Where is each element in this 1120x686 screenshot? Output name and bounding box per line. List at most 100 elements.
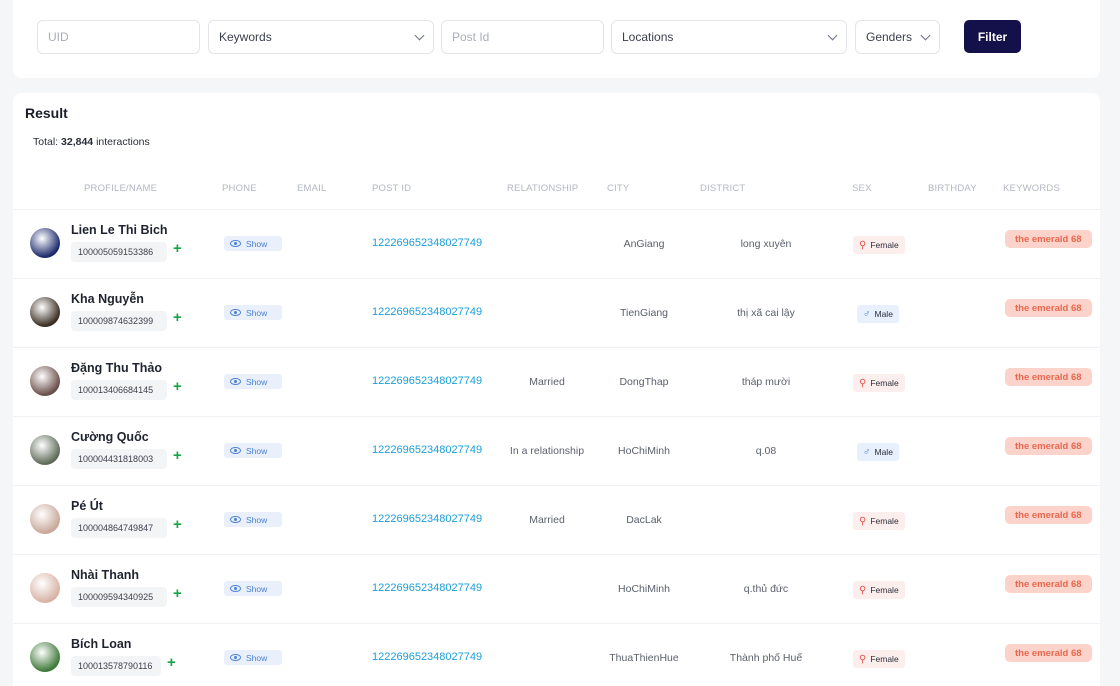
uid-badge: 100013406684145 [71, 380, 167, 400]
locations-label: Locations [622, 30, 674, 44]
sex-badge: ⚲ Female [853, 236, 905, 254]
avatar[interactable] [30, 228, 60, 258]
eye-icon [230, 585, 241, 592]
add-icon[interactable]: + [173, 516, 182, 533]
add-icon[interactable]: + [173, 447, 182, 464]
table-row[interactable]: Cường Quốc 100004431818003 + Show 1222696523… [13, 416, 1100, 485]
avatar[interactable] [30, 642, 60, 672]
city-cell: HoChiMinh [618, 583, 670, 595]
eye-icon [230, 516, 241, 523]
result-card: Result Total: 32,844 interactions PROFIL… [13, 93, 1100, 686]
profile-name[interactable]: Kha Nguyễn [71, 292, 144, 306]
locations-select[interactable]: Locations [611, 20, 847, 54]
post-id-link[interactable]: 122269652348027749 [372, 651, 482, 663]
chevron-down-icon [920, 30, 931, 40]
genders-select[interactable]: Genders [855, 20, 940, 54]
add-icon[interactable]: + [173, 378, 182, 395]
show-phone-button[interactable]: Show [224, 512, 282, 527]
eye-icon [230, 447, 241, 454]
avatar[interactable] [30, 366, 60, 396]
post-id-link[interactable]: 122269652348027749 [372, 375, 482, 387]
add-icon[interactable]: + [173, 309, 182, 326]
post-id-link[interactable]: 122269652348027749 [372, 237, 482, 249]
post-id-placeholder: Post Id [452, 30, 490, 44]
show-label: Show [246, 376, 268, 387]
profile-name[interactable]: Pé Út [71, 499, 103, 513]
relationship-cell: Married [529, 514, 565, 526]
show-phone-button[interactable]: Show [224, 374, 282, 389]
profile-name[interactable]: Bích Loan [71, 637, 131, 651]
table-row[interactable]: Đặng Thu Thảo 100013406684145 + Show 1222696… [13, 347, 1100, 416]
city-cell: HoChiMinh [618, 445, 670, 457]
post-id-link[interactable]: 122269652348027749 [372, 582, 482, 594]
female-icon: ⚲ [859, 584, 867, 596]
post-id-link[interactable]: 122269652348027749 [372, 513, 482, 525]
show-phone-button[interactable]: Show [224, 443, 282, 458]
avatar[interactable] [30, 435, 60, 465]
avatar[interactable] [30, 297, 60, 327]
eye-icon [230, 240, 241, 247]
uid-badge: 100009874632399 [71, 311, 167, 331]
city-cell: ThuaThienHue [609, 652, 679, 664]
table-row[interactable]: Pé Út 100004864749847 + Show 122269652348027… [13, 485, 1100, 554]
table-row[interactable]: Lien Le Thi Bich 100005059153386 + Show 1222… [13, 209, 1100, 278]
post-id-input[interactable]: Post Id [441, 20, 604, 54]
table-row[interactable]: Nhài Thanh 100009594340925 + Show 1222696523… [13, 554, 1100, 623]
profile-name[interactable]: Lien Le Thi Bich [71, 223, 168, 237]
female-icon: ⚲ [859, 239, 867, 251]
filter-button[interactable]: Filter [964, 20, 1021, 53]
keyword-tag: the emerald 68 [1005, 506, 1092, 524]
keywords-label: Keywords [219, 30, 272, 44]
district-cell: Thành phố Huế [729, 652, 803, 664]
keyword-tag: the emerald 68 [1005, 644, 1092, 662]
col-header-keywords: KEYWORDS [1003, 183, 1061, 194]
avatar[interactable] [30, 573, 60, 603]
post-id-link[interactable]: 122269652348027749 [372, 444, 482, 456]
district-cell: thị xã cai lậy [737, 307, 795, 319]
sex-badge: ♂ Male [857, 443, 899, 461]
uid-badge: 100009594340925 [71, 587, 167, 607]
sex-badge: ⚲ Female [853, 512, 905, 530]
sex-badge: ⚲ Female [853, 650, 905, 668]
eye-icon [230, 654, 241, 661]
profile-name[interactable]: Nhài Thanh [71, 568, 139, 582]
male-icon: ♂ [863, 308, 871, 320]
result-title: Result [25, 105, 68, 121]
profile-name[interactable]: Cường Quốc [71, 430, 149, 444]
sex-badge: ⚲ Female [853, 374, 905, 392]
sex-badge: ♂ Male [857, 305, 899, 323]
city-cell: DongThap [619, 376, 669, 388]
add-icon[interactable]: + [173, 585, 182, 602]
uid-badge: 100004864749847 [71, 518, 167, 538]
show-label: Show [246, 514, 268, 525]
show-phone-button[interactable]: Show [224, 305, 282, 320]
table-row[interactable]: Bích Loan 100013578790116 + Show 12226965234… [13, 623, 1100, 686]
show-phone-button[interactable]: Show [224, 650, 282, 665]
show-phone-button[interactable]: Show [224, 236, 282, 251]
post-id-link[interactable]: 122269652348027749 [372, 306, 482, 318]
sex-badge: ⚲ Female [853, 581, 905, 599]
table-row[interactable]: Kha Nguyễn 100009874632399 + Show 1222696523… [13, 278, 1100, 347]
keywords-select[interactable]: Keywords [208, 20, 434, 54]
filter-bar: UID Keywords Post Id Locations Genders F… [13, 0, 1100, 78]
col-header-sex: SEX [852, 183, 872, 194]
avatar[interactable] [30, 504, 60, 534]
female-icon: ⚲ [859, 653, 867, 665]
show-phone-button[interactable]: Show [224, 581, 282, 596]
profile-name[interactable]: Đặng Thu Thảo [71, 361, 162, 375]
eye-icon [230, 309, 241, 316]
col-header-district: DISTRICT [700, 183, 746, 194]
eye-icon [230, 378, 241, 385]
city-cell: TienGiang [619, 307, 669, 319]
district-cell: tháp mười [741, 376, 791, 388]
district-cell: long xuyên [740, 238, 792, 250]
add-icon[interactable]: + [173, 240, 182, 257]
district-cell: q.08 [755, 445, 777, 457]
keyword-tag: the emerald 68 [1005, 299, 1092, 317]
uid-input[interactable]: UID [37, 20, 200, 54]
col-header-birthday: BIRTHDAY [928, 183, 977, 194]
uid-badge: 100005059153386 [71, 242, 167, 262]
city-cell: DacLak [626, 514, 662, 526]
add-icon[interactable]: + [167, 654, 176, 671]
col-header-profile: PROFILE/NAME [84, 183, 158, 194]
